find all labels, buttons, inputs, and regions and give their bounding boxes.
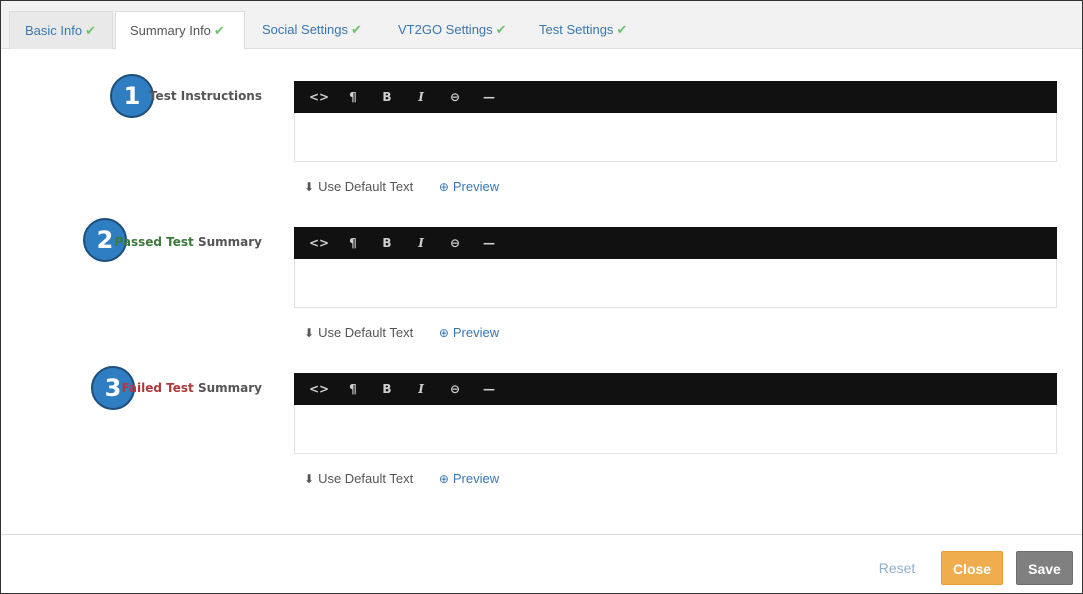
reset-button[interactable]: Reset [867,551,927,585]
use-default-text-label: Use Default Text [318,471,414,486]
italic-button[interactable]: I [404,227,438,259]
editor-actions: ⬇ Use Default Text ⊕ Preview [304,179,499,194]
editor-actions: ⬇ Use Default Text ⊕ Preview [304,325,499,340]
check-icon: ✔ [213,23,225,38]
tab-label: Social Settings [262,22,348,37]
paragraph-button[interactable]: ¶ [336,81,370,113]
preview-link[interactable]: ⊕ Preview [439,179,499,194]
passed-test-summary-label: Passed Test Summary [114,235,262,249]
tab-label: Test Settings [539,22,614,37]
code-view-button[interactable]: <> [302,81,336,113]
bold-button[interactable]: B [370,81,404,113]
tab-basic-info[interactable]: Basic Info ✔ [9,11,113,49]
horizontal-rule-button[interactable]: — [472,373,506,405]
step-1-badge: 1 [110,74,154,118]
preview-link[interactable]: ⊕ Preview [439,471,499,486]
link-button[interactable]: ⊖ [438,81,472,113]
check-icon: ✔ [495,22,507,37]
download-icon: ⬇ [304,326,315,340]
check-icon: ✔ [616,22,628,37]
editor-text-area[interactable] [294,405,1057,454]
tab-social-settings[interactable]: Social Settings ✔ [248,11,376,49]
zoom-in-icon: ⊕ [438,180,449,194]
check-icon: ✔ [351,22,362,37]
zoom-in-icon: ⊕ [438,472,449,486]
label-prefix: Passed Test [114,235,194,249]
editor-toolbar: <> ¶ B I ⊖ — [294,81,1057,113]
preview-label: Preview [452,471,500,486]
use-default-text-link[interactable]: ⬇ Use Default Text [304,325,413,340]
download-icon: ⬇ [304,180,315,194]
preview-link[interactable]: ⊕ Preview [439,325,499,340]
preview-label: Preview [452,179,500,194]
editor-actions: ⬇ Use Default Text ⊕ Preview [304,471,499,486]
failed-test-summary-editor: <> ¶ B I ⊖ — [294,373,1057,454]
paragraph-button[interactable]: ¶ [336,227,370,259]
link-button[interactable]: ⊖ [438,373,472,405]
italic-button[interactable]: I [404,373,438,405]
bold-button[interactable]: B [370,227,404,259]
label-suffix: Summary [193,235,262,249]
tab-label: Basic Info [25,23,83,38]
paragraph-button[interactable]: ¶ [336,373,370,405]
horizontal-rule-button[interactable]: — [472,81,506,113]
use-default-text-label: Use Default Text [318,179,414,194]
tab-summary-info[interactable]: Summary Info ✔ [115,11,245,50]
dialog-frame: Basic Info ✔ Summary Info ✔ Social Setting… [0,0,1083,594]
label-suffix: Summary [193,381,262,395]
code-view-button[interactable]: <> [302,373,336,405]
horizontal-rule-button[interactable]: — [472,227,506,259]
use-default-text-link[interactable]: ⬇ Use Default Text [304,471,413,486]
label-prefix: Failed Test [121,381,194,395]
use-default-text-label: Use Default Text [318,325,414,340]
use-default-text-link[interactable]: ⬇ Use Default Text [304,179,413,194]
editor-text-area[interactable] [294,113,1057,162]
editor-toolbar: <> ¶ B I ⊖ — [294,373,1057,405]
label-text: Test Instructions [148,89,262,103]
download-icon: ⬇ [304,472,315,486]
dialog-footer: Reset Close Save [1,534,1082,593]
editor-text-area[interactable] [294,259,1057,308]
test-instructions-label: Test Instructions [149,89,262,103]
tab-label: VT2GO Settings [398,22,493,37]
link-button[interactable]: ⊖ [438,227,472,259]
tab-test-settings[interactable]: Test Settings ✔ [525,11,641,49]
preview-label: Preview [452,325,500,340]
editor-toolbar: <> ¶ B I ⊖ — [294,227,1057,259]
italic-button[interactable]: I [404,81,438,113]
tab-label: Summary Info [130,23,211,38]
code-view-button[interactable]: <> [302,227,336,259]
zoom-in-icon: ⊕ [438,326,449,340]
check-icon: ✔ [85,23,96,38]
tab-vt2go-settings[interactable]: VT2GO Settings ✔ [384,11,521,49]
close-button[interactable]: Close [941,551,1003,585]
tab-bar: Basic Info ✔ Summary Info ✔ Social Setting… [1,1,1082,50]
failed-test-summary-label: Failed Test Summary [121,381,262,395]
bold-button[interactable]: B [370,373,404,405]
passed-test-summary-editor: <> ¶ B I ⊖ — [294,227,1057,308]
test-instructions-editor: <> ¶ B I ⊖ — [294,81,1057,162]
save-button[interactable]: Save [1016,551,1073,585]
